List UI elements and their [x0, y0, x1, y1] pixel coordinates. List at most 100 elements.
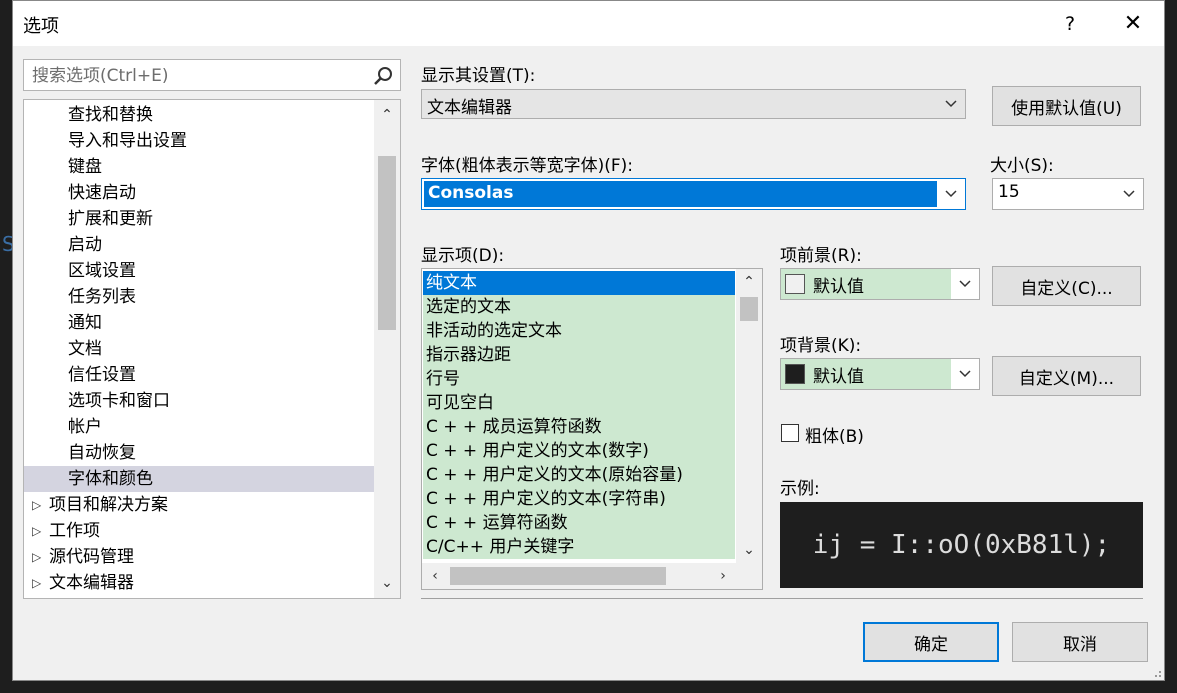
background-dropdown	[951, 359, 979, 389]
scroll-corner	[736, 563, 762, 589]
background-combo[interactable]: 默认值	[780, 358, 980, 390]
tree-item-label: 启动	[68, 235, 102, 255]
bold-label[interactable]: 粗体(B)	[805, 422, 864, 447]
list-item[interactable]: C + + 用户定义的文本(原始容量)	[423, 463, 735, 487]
tree-scrollbar[interactable]: ⌃ ⌄	[374, 100, 400, 598]
chevron-down-icon	[959, 280, 971, 288]
list-item[interactable]: 可见空白	[423, 391, 735, 415]
tree-item[interactable]: 任务列表	[24, 284, 374, 310]
tree-item[interactable]: 扩展和更新	[24, 206, 374, 232]
tree-item[interactable]: 选项卡和窗口	[24, 388, 374, 414]
list-item[interactable]: 行号	[423, 367, 735, 391]
list-item[interactable]: C + + 用户定义的文本(数字)	[423, 439, 735, 463]
tree-item-label: 查找和替换	[68, 105, 153, 125]
cancel-button[interactable]: 取消	[1012, 622, 1148, 662]
title-bar: 选项 ? ✕	[13, 1, 1164, 46]
show-settings-label: 显示其设置(T):	[421, 66, 536, 86]
tree-item-label: 快速启动	[68, 183, 136, 203]
tree-item-label: 文本编辑器	[49, 573, 134, 593]
tree-item-label: 扩展和更新	[68, 209, 153, 229]
list-item[interactable]: C/C++ 用户关键字	[423, 535, 735, 559]
footer-separator	[421, 598, 1143, 599]
expand-arrow-icon[interactable]: ▷	[32, 492, 41, 518]
tree-item[interactable]: ▷ 工作项	[24, 518, 374, 544]
tree-item[interactable]: 快速启动	[24, 180, 374, 206]
chevron-down-icon	[945, 190, 957, 198]
help-button[interactable]: ?	[1053, 10, 1087, 38]
display-items-label: 显示项(D):	[421, 246, 505, 266]
list-item[interactable]: 选定的文本	[423, 295, 735, 319]
list-item[interactable]: C + + 运算符函数	[423, 511, 735, 535]
options-dialog: 选项 ? ✕ 查找和替换导入和导出设置键盘快速启动扩展和更新启动区域设置任务列表…	[12, 0, 1165, 681]
size-value: 15	[998, 182, 1020, 202]
scroll-left-icon[interactable]: ‹	[422, 563, 448, 589]
show-settings-combo[interactable]: 文本编辑器	[421, 89, 966, 119]
tree-item[interactable]: 导入和导出设置	[24, 128, 374, 154]
list-hscroll-thumb[interactable]	[450, 567, 666, 585]
tree-item[interactable]: 自动恢复	[24, 440, 374, 466]
bold-checkbox[interactable]	[781, 424, 799, 442]
list-item[interactable]: 非活动的选定文本	[423, 319, 735, 343]
font-value-highlight: Consolas	[424, 181, 937, 207]
size-combo[interactable]: 15	[992, 178, 1144, 210]
sample-label: 示例:	[780, 479, 820, 499]
tree-item[interactable]: 字体和颜色	[24, 466, 374, 492]
scroll-down-icon[interactable]: ⌄	[736, 537, 762, 563]
tree-item-label: 任务列表	[68, 287, 136, 307]
scroll-up-icon[interactable]: ⌃	[736, 269, 762, 295]
tree-item-label: 信任设置	[68, 365, 136, 385]
tree-item-label: 项目和解决方案	[49, 495, 168, 515]
tree-item-label: 字体和颜色	[68, 469, 153, 489]
tree-item-label: 导入和导出设置	[68, 131, 187, 151]
list-horizontal-scrollbar[interactable]: ‹ ›	[422, 563, 736, 589]
tree-item[interactable]: ▷ 项目和解决方案	[24, 492, 374, 518]
custom-background-button[interactable]: 自定义(M)...	[992, 356, 1141, 396]
tree-item[interactable]: 区域设置	[24, 258, 374, 284]
tree-item-label: 帐户	[68, 417, 102, 437]
tree-item[interactable]: 通知	[24, 310, 374, 336]
list-item[interactable]: C + + 用户定义的文本(字符串)	[423, 487, 735, 511]
scroll-down-icon[interactable]: ⌄	[374, 570, 400, 596]
tree-item[interactable]: 帐户	[24, 414, 374, 440]
search-icon[interactable]	[372, 65, 394, 87]
display-items-list: 纯文本 选定的文本 非活动的选定文本 指示器边距 行号 可见空白 C + + 成员运算符函数…	[421, 268, 763, 590]
list-item[interactable]: C + + 成员运算符函数	[423, 415, 735, 439]
tree-item-label: 文档	[68, 339, 102, 359]
close-button[interactable]: ✕	[1113, 10, 1153, 38]
tree-item-label: 通知	[68, 313, 102, 333]
tree-item[interactable]: ▷ 文本编辑器	[24, 570, 374, 596]
tree-item[interactable]: 信任设置	[24, 362, 374, 388]
chevron-down-icon	[959, 370, 971, 378]
tree-item[interactable]: 文档	[24, 336, 374, 362]
foreground-swatch	[785, 274, 805, 294]
chevron-down-icon	[1123, 190, 1135, 198]
list-scroll-thumb[interactable]	[740, 297, 758, 321]
tree-item[interactable]: 键盘	[24, 154, 374, 180]
tree-scroll-thumb[interactable]	[378, 156, 396, 330]
foreground-combo[interactable]: 默认值	[780, 268, 980, 300]
foreground-dropdown	[951, 269, 979, 299]
expand-arrow-icon[interactable]: ▷	[32, 544, 41, 570]
search-input[interactable]	[30, 63, 364, 89]
expand-arrow-icon[interactable]: ▷	[32, 518, 41, 544]
resize-grip-icon[interactable]	[1150, 666, 1162, 678]
background-label: 项背景(K):	[780, 336, 862, 356]
scroll-up-icon[interactable]: ⌃	[374, 102, 400, 128]
scroll-right-icon[interactable]: ›	[710, 563, 736, 589]
custom-foreground-button[interactable]: 自定义(C)...	[992, 266, 1141, 306]
tree-item[interactable]: ▷ 源代码管理	[24, 544, 374, 570]
ok-button[interactable]: 确定	[863, 622, 999, 662]
list-vertical-scrollbar[interactable]: ⌃ ⌄	[736, 269, 762, 563]
tree-item[interactable]: 启动	[24, 232, 374, 258]
tree-item-label: 工作项	[49, 521, 100, 541]
font-label: 字体(粗体表示等宽字体)(F):	[421, 156, 634, 176]
options-tree: 查找和替换导入和导出设置键盘快速启动扩展和更新启动区域设置任务列表通知文档信任设…	[23, 99, 401, 599]
expand-arrow-icon[interactable]: ▷	[32, 570, 41, 596]
list-item[interactable]: 纯文本	[423, 271, 735, 295]
font-combo[interactable]: Consolas	[421, 178, 966, 210]
use-defaults-button[interactable]: 使用默认值(U)	[992, 86, 1141, 126]
tree-item-label: 选项卡和窗口	[68, 391, 170, 411]
list-item[interactable]: 指示器边距	[423, 343, 735, 367]
sample-preview: ij = I::oO(0xB81l);	[780, 502, 1143, 588]
tree-item[interactable]: 查找和替换	[24, 102, 374, 128]
